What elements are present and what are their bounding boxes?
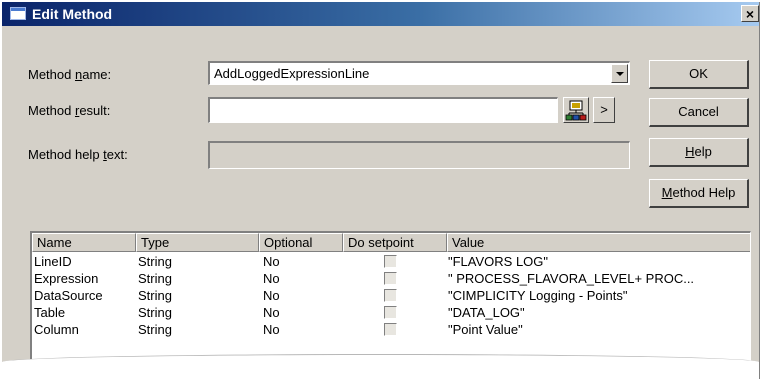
column-header-type[interactable]: Type <box>136 233 259 252</box>
torn-edge <box>2 354 759 379</box>
window-icon <box>10 7 26 20</box>
close-button[interactable]: × <box>741 5 759 22</box>
method-help-text-field <box>208 141 630 169</box>
row-type: String <box>138 305 172 320</box>
table-row[interactable]: DataSource String No "CIMPLICITY Logging… <box>32 288 750 304</box>
setpoint-checkbox[interactable] <box>384 289 397 302</box>
window-title: Edit Method <box>32 6 113 22</box>
row-type: String <box>138 271 172 286</box>
row-name: Column <box>34 322 79 337</box>
table-row[interactable]: Expression String No " PROCESS_FLAVORA_L… <box>32 271 750 287</box>
row-name: LineID <box>34 254 72 269</box>
method-name-value: AddLoggedExpressionLine <box>214 66 370 81</box>
point-browser-icon <box>565 100 587 121</box>
setpoint-checkbox[interactable] <box>384 323 397 336</box>
method-result-label: Method result: <box>28 103 111 118</box>
method-name-label: Method name: <box>28 67 112 82</box>
edit-method-dialog: Edit Method × Method name: AddLoggedExpr… <box>2 2 760 379</box>
point-browser-button[interactable] <box>563 97 589 123</box>
row-value: "DATA_LOG" <box>448 305 525 320</box>
more-button[interactable]: > <box>593 97 615 123</box>
table-row[interactable]: Column String No "Point Value" <box>32 322 750 338</box>
row-name: Expression <box>34 271 99 286</box>
method-name-dropdown[interactable]: AddLoggedExpressionLine <box>208 61 630 85</box>
row-optional: No <box>263 254 280 269</box>
setpoint-checkbox[interactable] <box>384 306 397 319</box>
row-name: DataSource <box>34 288 103 303</box>
row-optional: No <box>263 271 280 286</box>
row-value: "CIMPLICITY Logging - Points" <box>448 288 628 303</box>
ok-button[interactable]: OK <box>649 60 749 89</box>
column-header-optional[interactable]: Optional <box>259 233 343 252</box>
row-type: String <box>138 322 172 337</box>
row-optional: No <box>263 322 280 337</box>
row-value: " PROCESS_FLAVORA_LEVEL+ PROC... <box>448 271 695 286</box>
method-result-input[interactable] <box>208 97 558 123</box>
method-help-button[interactable]: Method Help <box>649 179 749 208</box>
method-help-text-label: Method help text: <box>28 147 128 162</box>
row-optional: No <box>263 305 280 320</box>
row-value: "Point Value" <box>448 322 523 337</box>
row-type: String <box>138 288 172 303</box>
help-button[interactable]: Help <box>649 138 749 167</box>
table-row[interactable]: Table String No "DATA_LOG" <box>32 305 750 321</box>
table-row[interactable]: LineID String No "FLAVORS LOG" <box>32 254 750 270</box>
cancel-button[interactable]: Cancel <box>649 98 749 127</box>
row-name: Table <box>34 305 66 320</box>
column-header-do-setpoint[interactable]: Do setpoint <box>343 233 447 252</box>
column-header-name[interactable]: Name <box>32 233 136 252</box>
title-bar[interactable]: Edit Method × <box>2 2 759 26</box>
parameter-list[interactable]: Name Type Optional Do setpoint Value Lin… <box>30 231 751 371</box>
setpoint-checkbox[interactable] <box>384 255 397 268</box>
chevron-down-icon[interactable] <box>611 64 628 83</box>
row-type: String <box>138 254 172 269</box>
row-value: "FLAVORS LOG" <box>448 254 549 269</box>
column-header-value[interactable]: Value <box>447 233 750 252</box>
row-optional: No <box>263 288 280 303</box>
setpoint-checkbox[interactable] <box>384 272 397 285</box>
